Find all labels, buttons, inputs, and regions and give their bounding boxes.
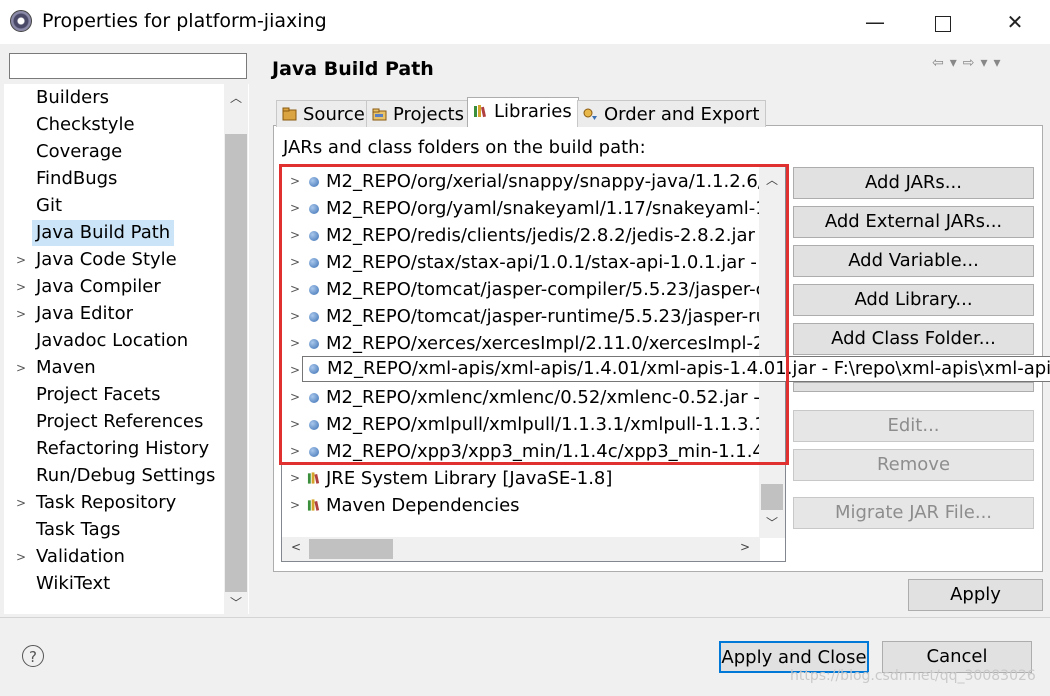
library-container[interactable]: > Maven Dependencies bbox=[282, 492, 760, 519]
library-books-icon bbox=[307, 472, 320, 484]
expand-chevron-icon[interactable]: > bbox=[16, 247, 26, 273]
minimize-icon: — bbox=[865, 10, 885, 34]
tab-label: Projects bbox=[393, 104, 464, 125]
tab-label: Source bbox=[303, 104, 365, 125]
nav-item[interactable]: Java Compiler bbox=[32, 274, 165, 300]
package-folder-icon bbox=[282, 107, 297, 121]
page-title: Java Build Path bbox=[272, 58, 434, 80]
expand-chevron-icon[interactable]: > bbox=[16, 544, 26, 570]
maximize-button[interactable] bbox=[918, 0, 968, 44]
nav-scroll-up-icon[interactable]: ︿ bbox=[224, 89, 248, 106]
filter-input[interactable] bbox=[9, 53, 247, 79]
tab-label: Libraries bbox=[494, 101, 572, 122]
nav-item[interactable]: Refactoring History bbox=[32, 436, 213, 462]
nav-item[interactable]: Checkstyle bbox=[32, 112, 139, 138]
expand-chevron-icon[interactable]: > bbox=[290, 465, 300, 492]
nav-item[interactable]: Git bbox=[32, 193, 66, 219]
eclipse-app-icon bbox=[10, 10, 32, 32]
library-books-icon bbox=[307, 499, 320, 511]
nav-item[interactable]: Project References bbox=[32, 409, 207, 435]
nav-item[interactable]: Maven bbox=[32, 355, 100, 381]
tree-scroll-down-icon[interactable]: ﹀ bbox=[760, 514, 784, 531]
tree-scroll-right-icon[interactable]: > bbox=[733, 540, 757, 554]
history-navigation-icons[interactable]: ⇦▾⇨▾▾ bbox=[932, 55, 1007, 71]
nav-item[interactable]: Java Editor bbox=[32, 301, 137, 327]
edit-button: Edit... bbox=[793, 410, 1034, 442]
partially-hidden-button[interactable] bbox=[793, 382, 1034, 392]
add-library-button[interactable]: Add Library... bbox=[793, 284, 1034, 316]
expand-chevron-icon[interactable]: > bbox=[290, 492, 300, 519]
remove-button: Remove bbox=[793, 449, 1034, 481]
nav-item[interactable]: Validation bbox=[32, 544, 129, 570]
nav-item[interactable]: Task Tags bbox=[32, 517, 124, 543]
expand-chevron-icon[interactable]: > bbox=[16, 490, 26, 516]
add-external-jars-button[interactable]: Add External JARs... bbox=[793, 206, 1034, 238]
nav-scrollbar-thumb[interactable] bbox=[225, 134, 247, 592]
nav-item[interactable]: Task Repository bbox=[32, 490, 180, 516]
nav-item[interactable]: Javadoc Location bbox=[32, 328, 192, 354]
library-books-icon bbox=[474, 105, 486, 118]
watermark-text: https://blog.csdn.net/qq_30083026 bbox=[790, 668, 1036, 684]
tab-order-and-export[interactable]: Order and Export bbox=[577, 100, 767, 127]
close-button[interactable]: ✕ bbox=[990, 0, 1040, 44]
project-folder-icon bbox=[372, 108, 387, 121]
footer-divider bbox=[0, 617, 1050, 618]
libraries-heading: JARs and class folders on the build path… bbox=[283, 137, 646, 158]
expand-chevron-icon[interactable]: > bbox=[16, 355, 26, 381]
add-jars-button[interactable]: Add JARs... bbox=[793, 167, 1034, 199]
highlight-annotation-box bbox=[279, 164, 789, 465]
nav-item[interactable]: Run/Debug Settings bbox=[32, 463, 219, 489]
nav-scroll-down-icon[interactable]: ﹀ bbox=[224, 594, 248, 611]
nav-item[interactable]: Java Code Style bbox=[32, 247, 181, 273]
tab-label: Order and Export bbox=[604, 104, 760, 125]
tab-projects[interactable]: Projects bbox=[366, 100, 471, 127]
library-container[interactable]: > JRE System Library [JavaSE-1.8] bbox=[282, 465, 760, 492]
expand-chevron-icon[interactable]: > bbox=[16, 301, 26, 327]
nav-item[interactable]: Project Facets bbox=[32, 382, 164, 408]
expand-chevron-icon[interactable]: > bbox=[16, 274, 26, 300]
tree-vertical-scrollbar-thumb[interactable] bbox=[761, 484, 783, 510]
nav-item[interactable]: Coverage bbox=[32, 139, 126, 165]
maximize-icon bbox=[935, 15, 951, 32]
close-icon: ✕ bbox=[1006, 10, 1024, 34]
nav-item[interactable]: Java Build Path bbox=[32, 220, 175, 246]
migrate-jar-file-button: Migrate JAR File... bbox=[793, 497, 1034, 529]
tree-scroll-left-icon[interactable]: < bbox=[284, 540, 308, 554]
tree-horizontal-scrollbar-thumb[interactable] bbox=[309, 539, 393, 559]
tab-libraries[interactable]: Libraries bbox=[467, 97, 579, 127]
window-title: Properties for platform-jiaxing bbox=[42, 10, 327, 32]
minimize-button[interactable]: — bbox=[850, 0, 900, 44]
apply-button[interactable]: Apply bbox=[908, 579, 1043, 611]
add-class-folder-button[interactable]: Add Class Folder... bbox=[793, 323, 1034, 355]
tab-source[interactable]: Source bbox=[276, 100, 372, 127]
help-icon[interactable]: ? bbox=[22, 645, 44, 667]
order-export-icon bbox=[583, 108, 597, 120]
nav-item[interactable]: WikiText bbox=[32, 571, 114, 597]
property-pages-tree: Builders Checkstyle Coverage FindBugs Git Jav… bbox=[4, 84, 249, 614]
nav-item[interactable]: Builders bbox=[32, 85, 113, 111]
add-variable-button[interactable]: Add Variable... bbox=[793, 245, 1034, 277]
nav-item[interactable]: FindBugs bbox=[32, 166, 121, 192]
